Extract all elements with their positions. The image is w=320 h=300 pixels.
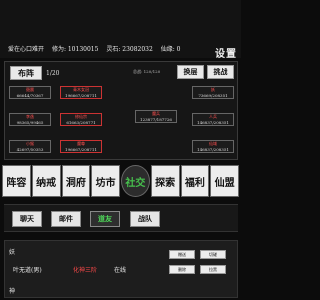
user-name: 爱在心口难开: [8, 46, 45, 53]
nav-cave[interactable]: 洞府: [61, 165, 91, 197]
enemy-card-2[interactable]: 妖 73669/208351: [192, 86, 234, 99]
enemy-card[interactable]: 魔兵 123877/187726: [135, 110, 177, 123]
tab-mail[interactable]: 邮件: [51, 211, 81, 227]
formation-panel: 布阵 1/20 总战: 120/120 换层 挑战 聂晨 66644/70367 …: [4, 61, 238, 160]
friend-status: 在线: [114, 267, 127, 274]
nav-alliance[interactable]: 仙盟: [210, 165, 239, 197]
ally-card-6[interactable]: 魔尊 196667/208711: [60, 140, 102, 153]
power-label: 总战: 120/120: [133, 69, 161, 74]
spirit-stone-value: 灵石: 23082032: [106, 46, 153, 53]
ally-card-2-hp: 98365/99465: [16, 120, 44, 125]
ally-card-4[interactable]: 青木女冠 196667/208711: [60, 86, 102, 99]
section-title-2: 神: [9, 288, 16, 295]
settings-button[interactable]: 设置: [215, 45, 237, 60]
spar-button[interactable]: 切磋: [200, 250, 226, 259]
challenge-button[interactable]: 挑战: [207, 65, 234, 79]
enemy-card-3-hp: 146837/208351: [197, 120, 229, 125]
ally-card-5[interactable]: 修仙宗 61663/208771: [60, 113, 102, 126]
tab-team[interactable]: 战队: [130, 211, 160, 227]
ally-card-3[interactable]: 小猴 42697/50353: [9, 140, 51, 153]
enemy-card-4[interactable]: 仙域 146837/208351: [192, 140, 234, 153]
status-bar: 爱在心口难开 修为: 10130015 灵石: 23082032 仙缘: 0: [8, 44, 186, 53]
chat-tabs-bar: 聊天 邮件 道友 战队: [4, 204, 238, 232]
enemy-card-2-hp: 73669/208351: [198, 93, 228, 98]
friend-name[interactable]: 叶无道(男): [13, 265, 42, 274]
cultivation-value: 修为: 10130015: [51, 46, 99, 53]
main-nav: 阵容 纳戒 洞府 坊市 社交 探索 福利 仙盟: [2, 165, 239, 197]
nav-welfare[interactable]: 福利: [180, 165, 210, 197]
friend-realm: 化神三阶: [73, 267, 98, 274]
nav-market[interactable]: 坊市: [91, 165, 120, 197]
delete-button[interactable]: 删除: [169, 265, 195, 274]
block-button[interactable]: 拉黑: [200, 265, 226, 274]
swap-layer-button[interactable]: 换层: [177, 65, 204, 79]
nav-ring[interactable]: 纳戒: [31, 165, 61, 197]
immortal-value: 仙缘: 0: [160, 46, 181, 53]
nav-lineup[interactable]: 阵容: [2, 165, 31, 197]
nav-social[interactable]: 社交: [121, 165, 150, 197]
ally-card-5-hp: 61663/208771: [66, 120, 96, 125]
ally-card-2[interactable]: 李逸 98365/99465: [9, 113, 51, 126]
tab-friends[interactable]: 道友: [90, 211, 120, 227]
ally-card-3-hp: 42697/50353: [16, 147, 44, 152]
ally-card-6-hp: 196667/208711: [65, 147, 97, 152]
formation-title-button[interactable]: 布阵: [10, 66, 42, 80]
enemy-card-4-hp: 146837/208351: [197, 147, 229, 152]
ally-card-1-hp: 66644/70367: [16, 93, 44, 98]
enemy-card-hp: 123877/187726: [140, 117, 172, 122]
nav-explore[interactable]: 探索: [150, 165, 180, 197]
ally-card-1[interactable]: 聂晨 66644/70367: [9, 86, 51, 99]
enemy-card-3[interactable]: 人兵 146837/208351: [192, 113, 234, 126]
tab-chat[interactable]: 聊天: [12, 211, 42, 227]
formation-count: 1/20: [46, 70, 60, 77]
ally-card-4-hp: 196667/208711: [65, 93, 97, 98]
section-title-1: 妖: [9, 249, 16, 256]
gift-button[interactable]: 赠送: [169, 250, 195, 259]
friends-list: 妖 叶无道(男) 化神三阶 在线 赠送 切磋 删除 拉黑 神: [4, 240, 238, 298]
